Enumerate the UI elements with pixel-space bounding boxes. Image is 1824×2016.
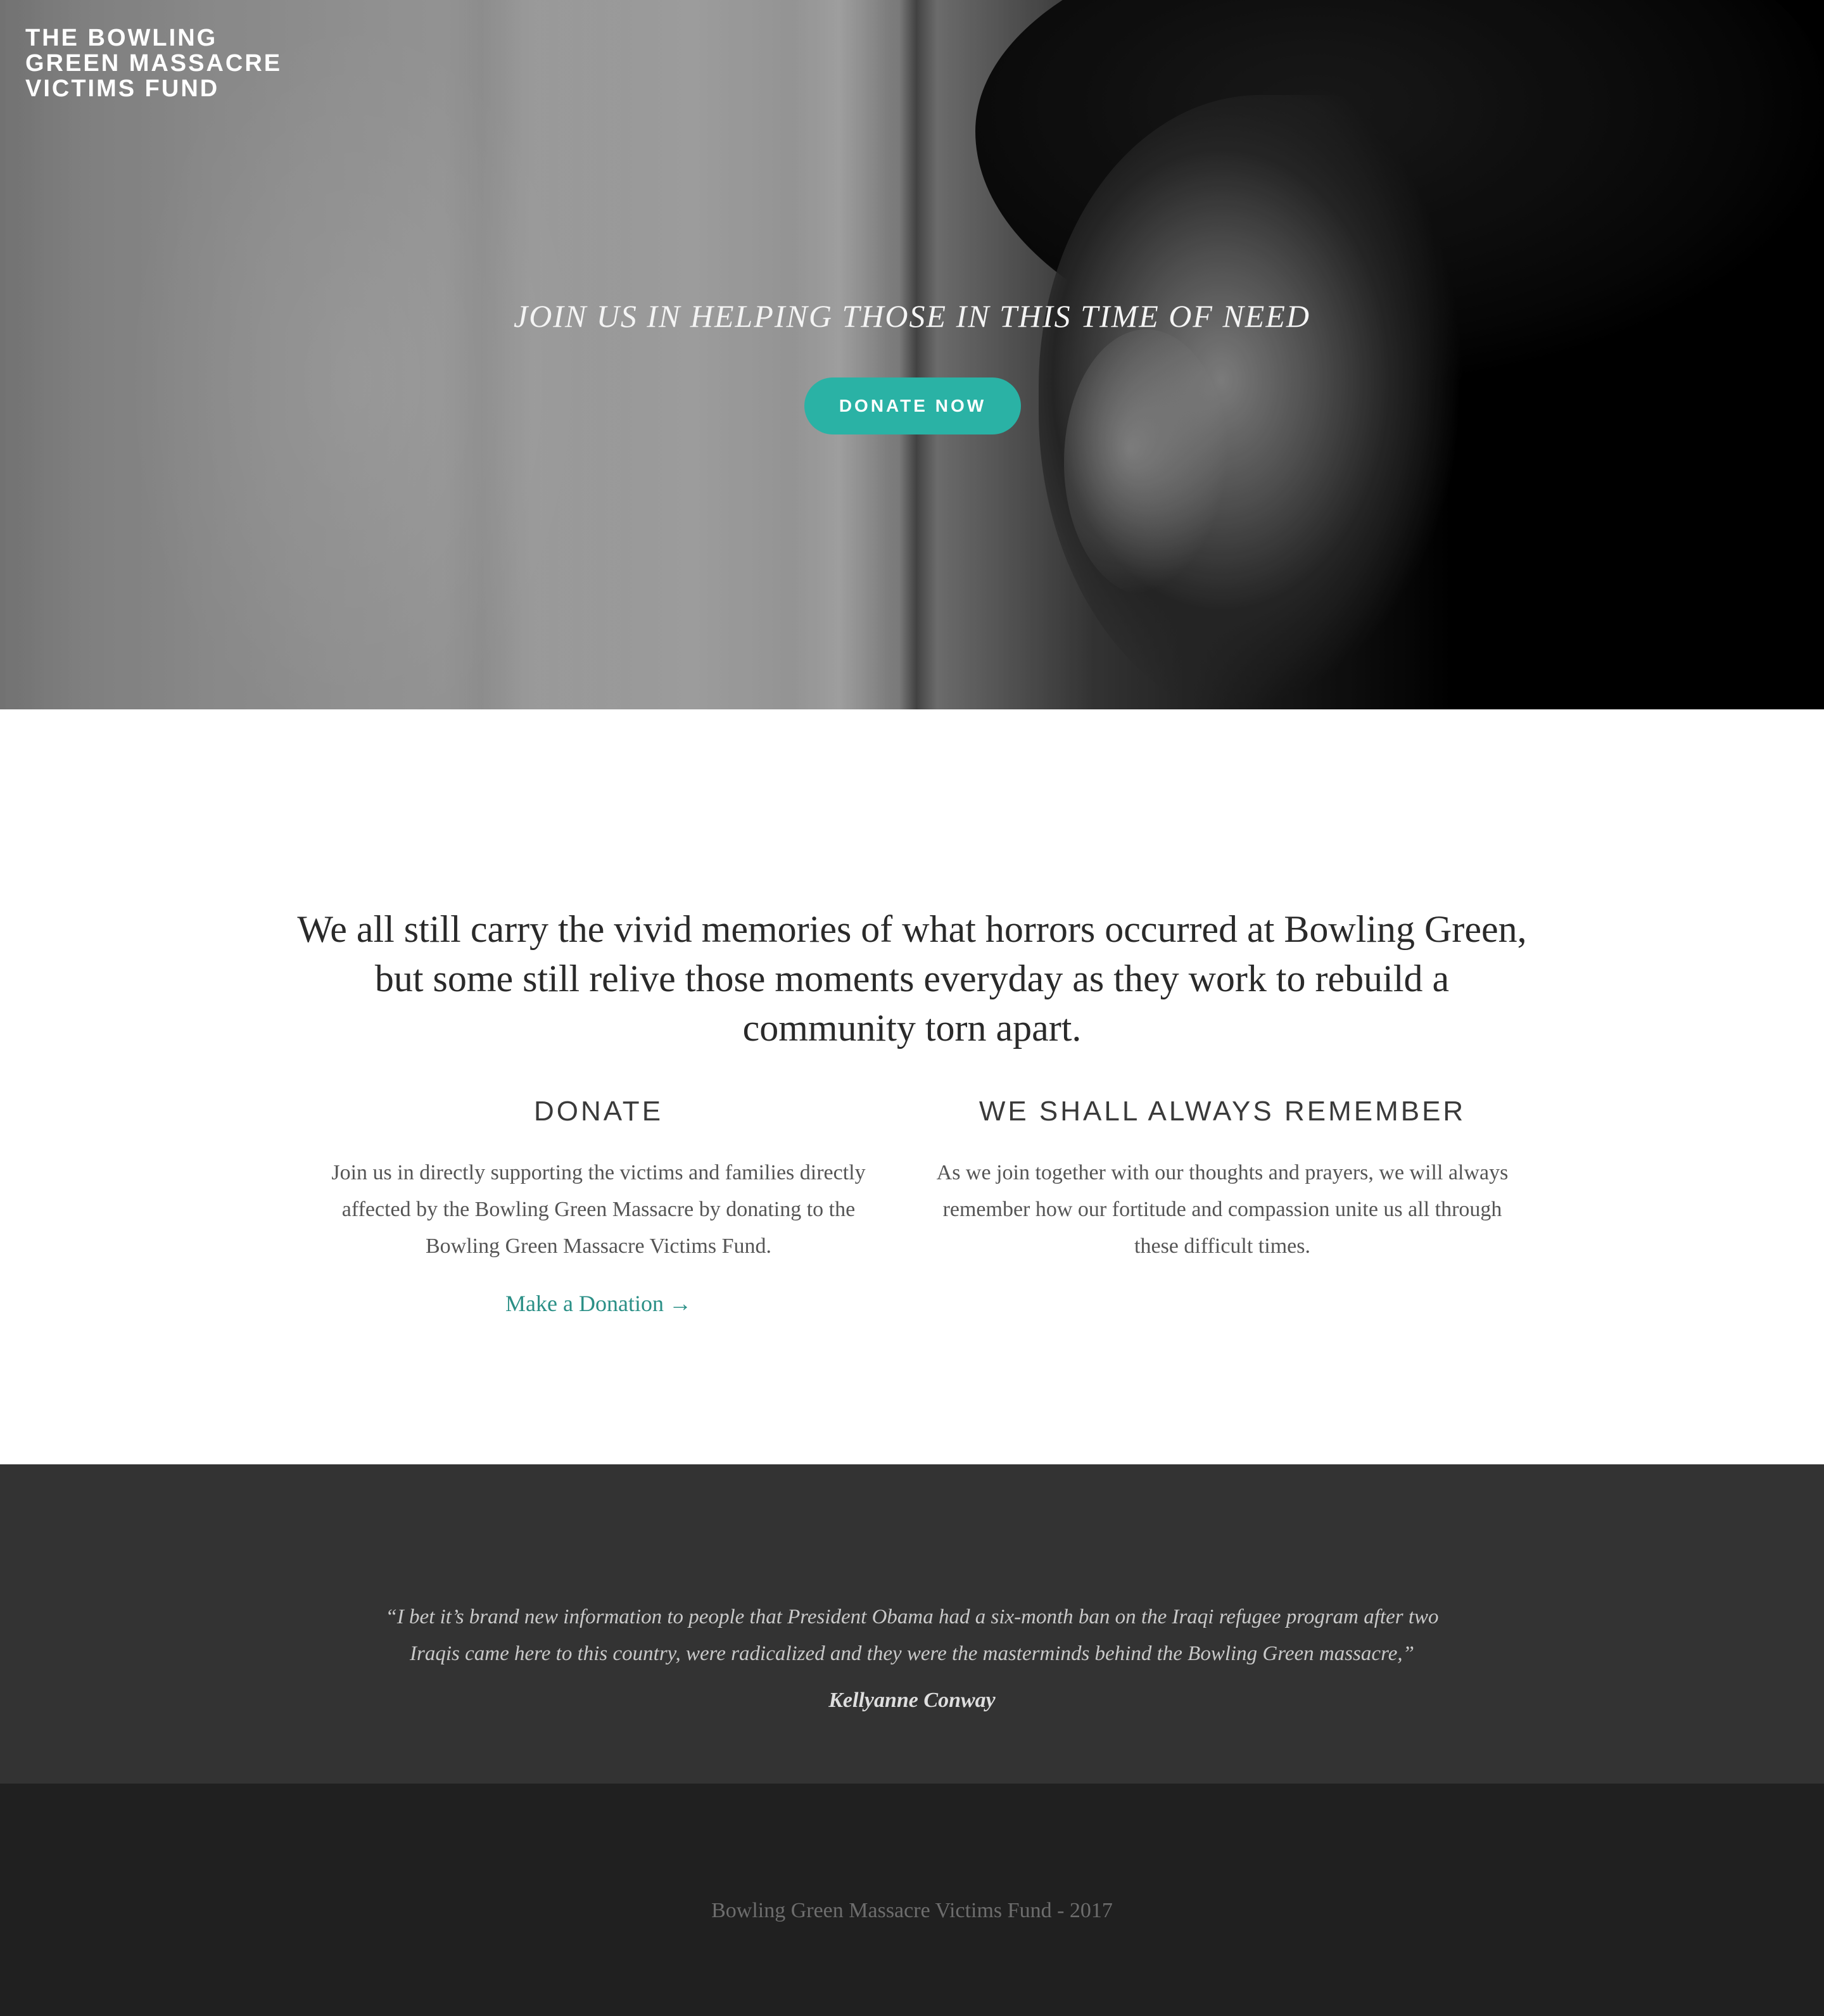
intro-text: We all still carry the vivid memories of… [297,908,1527,1049]
feature-donate-body: Join us in directly supporting the victi… [331,1161,866,1258]
arrow-right-icon: → [668,1291,692,1316]
make-a-donation-link[interactable]: Make a Donation → [505,1290,692,1317]
quote-section: “I bet it’s brand new information to peo… [0,1464,1824,1784]
make-a-donation-label: Make a Donation [505,1291,664,1316]
donate-now-button[interactable]: DONATE NOW [804,377,1021,434]
quote-text: “I bet it’s brand new information to peo… [385,1606,1439,1665]
site-logo-link[interactable]: THE BOWLING GREEN MASSACRE VICTIMS FUND [25,25,329,101]
feature-donate: DONATE Join us in directly supporting th… [310,1093,887,1317]
feature-remember-body: As we join together with our thoughts an… [936,1161,1509,1258]
footer-copyright: Bowling Green Massacre Victims Fund - 20… [711,1899,1113,1922]
site-logo-line-3: VICTIMS FUND [25,75,220,102]
footer: Bowling Green Massacre Victims Fund - 20… [0,1784,1824,2016]
feature-remember-title: WE SHALL ALWAYS REMEMBER [978,1096,1466,1127]
site-logo-line-1: THE BOWLING [25,25,218,51]
hero-photo-overlay [0,0,1824,709]
hero-section: THE BOWLING GREEN MASSACRE VICTIMS FUND … [0,0,1824,709]
feature-donate-title: DONATE [533,1096,664,1127]
site-logo-line-2: GREEN MASSACRE [25,50,282,77]
hero-tagline: JOIN US IN HELPING THOSE IN THIS TIME OF… [514,298,1310,334]
feature-remember: WE SHALL ALWAYS REMEMBER As we join toge… [931,1093,1514,1265]
quote-author: Kellyanne Conway [828,1689,996,1712]
